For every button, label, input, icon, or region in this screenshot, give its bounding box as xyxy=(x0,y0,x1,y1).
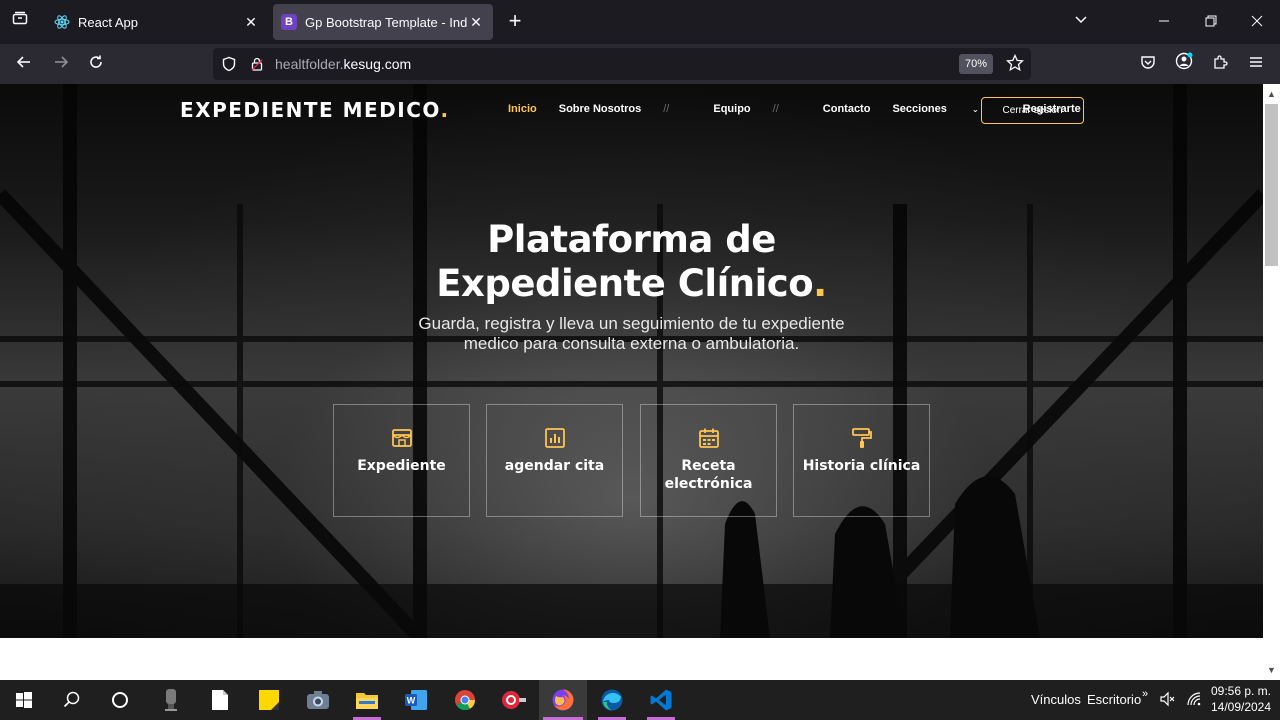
nav-separator: // xyxy=(772,103,779,115)
page-scrollbar[interactable]: ▲ ▼ xyxy=(1263,84,1280,680)
nav-link-label: Equipo xyxy=(713,103,751,115)
links-toolbar-label[interactable]: Vínculos xyxy=(1031,692,1081,707)
zoom-level-button[interactable]: 70% xyxy=(959,54,993,74)
react-icon xyxy=(54,14,70,30)
pocket-icon[interactable] xyxy=(1136,52,1160,76)
chevron-right-icon[interactable]: » xyxy=(1142,688,1148,700)
scroll-down-icon[interactable]: ▼ xyxy=(1263,662,1280,678)
word-icon[interactable]: W xyxy=(392,680,440,720)
tab-react-app[interactable]: React App ✕ xyxy=(46,4,268,40)
voice-recorder-icon[interactable] xyxy=(147,680,195,720)
minimize-icon[interactable] xyxy=(1152,10,1176,34)
vscode-icon[interactable] xyxy=(637,680,685,720)
page-info-icon[interactable] xyxy=(249,56,265,72)
firefox-icon[interactable] xyxy=(539,680,587,720)
nav-link-sobre-nosotros[interactable]: Sobre Nosotros // xyxy=(559,103,692,115)
site-logo-dot: . xyxy=(440,98,450,122)
feature-agendar-cita[interactable]: agendar cita xyxy=(486,404,623,517)
feature-historia-clinica[interactable]: Historia clínica xyxy=(793,404,930,517)
feature-label: Receta electrónica xyxy=(664,458,753,492)
nav-link-label: Secciones xyxy=(892,103,947,115)
url-bar[interactable]: healtfolder.kesug.com 70% xyxy=(213,48,1031,80)
clock-date: 14/09/2024 xyxy=(1210,700,1272,714)
bookmark-star-icon[interactable] xyxy=(1005,53,1025,74)
bootstrap-icon: B xyxy=(281,14,297,30)
nav-link-inicio[interactable]: Inicio xyxy=(508,103,537,115)
tab-title: React App xyxy=(78,14,138,30)
shield-icon[interactable] xyxy=(221,56,237,72)
hero-subtitle-line: medico para consulta externa o ambulator… xyxy=(463,334,800,353)
calendar-icon xyxy=(698,428,719,448)
hero-title-line: Plataforma de xyxy=(487,218,776,261)
store-icon xyxy=(391,429,412,447)
hero-subtitle-line: Guarda, registra y lleva un seguimiento … xyxy=(418,314,845,333)
site-logo[interactable]: EXPEDIENTE MEDICO. xyxy=(180,98,450,122)
tab-bootstrap-template[interactable]: B Gp Bootstrap Template - Index ✕ xyxy=(273,4,493,40)
feature-receta-electronica[interactable]: Receta electrónica xyxy=(640,404,777,517)
browser-toolbar: healtfolder.kesug.com 70% xyxy=(0,44,1280,84)
nav-separator: // xyxy=(663,103,670,115)
sticky-notes-icon[interactable] xyxy=(245,680,293,720)
windows-taskbar: W Vínculos Escritorio » 09:56 p. m. 14/0… xyxy=(0,680,1280,720)
screen-recorder-icon[interactable] xyxy=(490,680,538,720)
close-icon[interactable]: ✕ xyxy=(467,13,485,31)
desktop-toolbar-label[interactable]: Escritorio xyxy=(1087,692,1141,707)
hero-title: Plataforma de Expediente Clínico. xyxy=(0,218,1263,306)
chevron-down-icon[interactable] xyxy=(1069,10,1093,34)
hamburger-menu-icon[interactable] xyxy=(1244,52,1268,76)
feature-label: agendar cita xyxy=(504,458,605,474)
paint-roller-icon xyxy=(851,428,872,448)
notepad-icon[interactable] xyxy=(196,680,244,720)
chevron-down-icon: ⌄ xyxy=(971,105,979,114)
new-tab-icon[interactable]: + xyxy=(503,10,527,34)
reload-icon[interactable] xyxy=(84,52,108,76)
nav-link-label: Sobre Nosotros xyxy=(558,103,642,115)
camera-icon[interactable] xyxy=(294,680,342,720)
feature-label: Expediente xyxy=(357,458,446,474)
feature-label: Historia clínica xyxy=(802,458,921,474)
restore-icon[interactable] xyxy=(1199,10,1223,34)
hero-title-dot: . xyxy=(813,262,827,305)
back-icon[interactable] xyxy=(12,52,36,76)
hero-section: EXPEDIENTE MEDICO. Inicio Sobre Nosotros… xyxy=(0,84,1263,638)
site-logo-text: EXPEDIENTE MEDICO xyxy=(180,98,441,122)
hero-background-image xyxy=(0,84,1263,638)
tab-list-icon[interactable] xyxy=(8,10,32,34)
file-explorer-icon[interactable] xyxy=(343,680,391,720)
system-clock[interactable]: 09:56 p. m. 14/09/2024 xyxy=(1208,683,1274,715)
account-icon[interactable] xyxy=(1172,52,1196,76)
logout-button[interactable]: Cerrar sesión xyxy=(981,97,1084,124)
speaker-muted-icon[interactable] xyxy=(1160,691,1176,710)
web-page: EXPEDIENTE MEDICO. Inicio Sobre Nosotros… xyxy=(0,84,1263,680)
scroll-up-icon[interactable]: ▲ xyxy=(1263,86,1280,102)
url-subdomain: healtfolder. xyxy=(275,56,344,72)
bar-chart-icon xyxy=(544,428,565,448)
search-icon[interactable] xyxy=(48,680,96,720)
url-text[interactable]: healtfolder.kesug.com xyxy=(275,56,411,72)
svg-text:W: W xyxy=(407,696,416,706)
nav-link-contacto[interactable]: Contacto xyxy=(823,103,871,115)
wifi-icon[interactable] xyxy=(1186,691,1202,710)
browser-tab-strip: React App ✕ B Gp Bootstrap Template - In… xyxy=(0,0,1280,44)
hero-title-line: Expediente Clínico xyxy=(436,262,814,305)
cortana-icon[interactable] xyxy=(96,680,144,720)
clock-time: 09:56 p. m. xyxy=(1210,684,1272,698)
hero-subtitle: Guarda, registra y lleva un seguimiento … xyxy=(0,314,1263,354)
nav-link-equipo[interactable]: Equipo // xyxy=(713,103,800,115)
chrome-icon[interactable] xyxy=(441,680,489,720)
scrollbar-thumb[interactable] xyxy=(1265,104,1278,266)
forward-icon[interactable] xyxy=(49,52,73,76)
edge-icon[interactable] xyxy=(588,680,636,720)
windows-start-icon[interactable] xyxy=(0,680,48,720)
extensions-icon[interactable] xyxy=(1208,52,1232,76)
feature-expediente[interactable]: Expediente xyxy=(333,404,470,517)
url-domain: kesug.com xyxy=(343,56,412,72)
tab-title: Gp Bootstrap Template - Index xyxy=(305,14,467,30)
close-icon[interactable]: ✕ xyxy=(242,13,260,31)
close-window-icon[interactable] xyxy=(1245,10,1269,34)
